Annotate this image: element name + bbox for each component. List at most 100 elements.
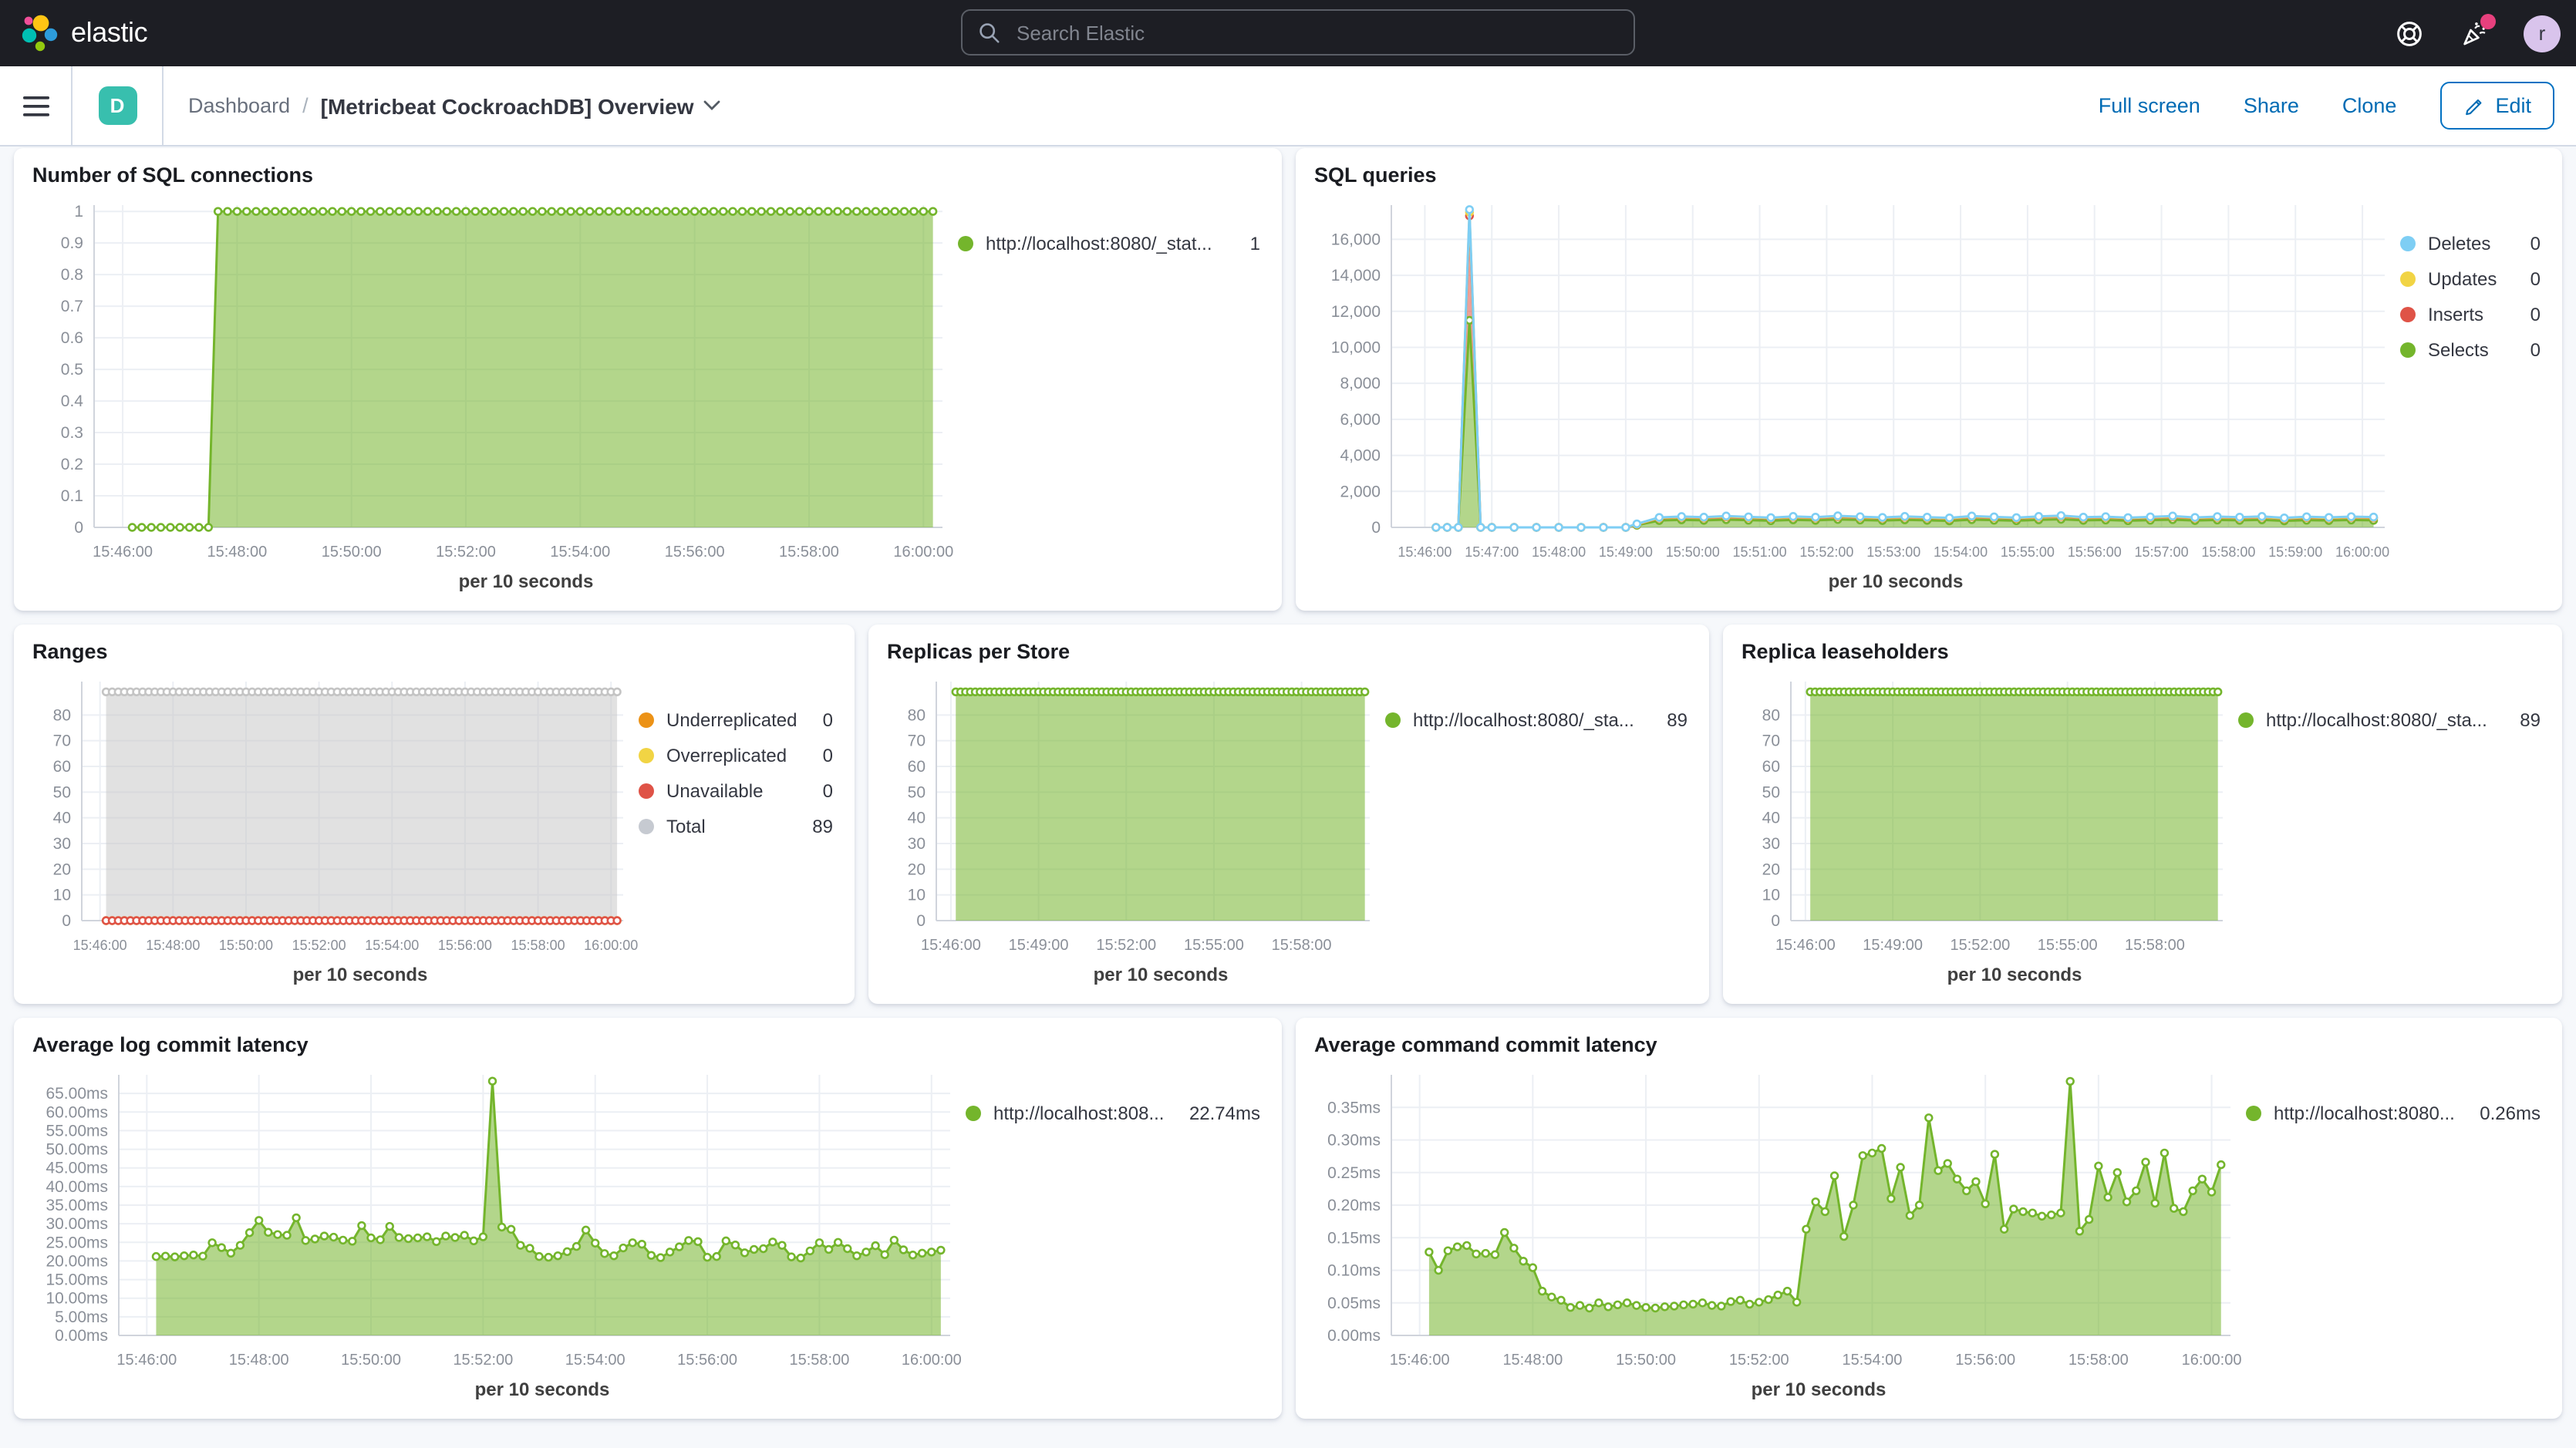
legend-series-dot	[966, 1106, 981, 1121]
svg-text:20: 20	[1762, 860, 1780, 878]
svg-text:15:50:00: 15:50:00	[341, 1352, 401, 1369]
svg-text:16:00:00: 16:00:00	[2182, 1352, 2242, 1369]
legend-item[interactable]: Overreplicated0	[639, 745, 839, 766]
svg-text:50.00ms: 50.00ms	[46, 1141, 108, 1159]
svg-text:15:50:00: 15:50:00	[322, 544, 382, 561]
svg-text:15:46:00: 15:46:00	[73, 938, 127, 953]
chart-replica-leaseholders[interactable]: 0102030405060708015:46:0015:49:0015:52:0…	[1738, 669, 2238, 964]
svg-text:0.35ms: 0.35ms	[1327, 1099, 1381, 1116]
svg-text:0.2: 0.2	[61, 456, 83, 473]
svg-text:15:48:00: 15:48:00	[1532, 544, 1586, 560]
legend-item[interactable]: Unavailable0	[639, 780, 839, 802]
svg-text:0.5: 0.5	[61, 361, 83, 379]
legend-item[interactable]: http://localhost:8080/_sta...89	[1385, 709, 1694, 731]
dashboard-app-badge[interactable]: D	[98, 86, 137, 125]
share-button[interactable]: Share	[2244, 94, 2299, 117]
legend-series-value: 0.26ms	[2480, 1103, 2541, 1124]
legend-item[interactable]: Underreplicated0	[639, 709, 839, 731]
legend-series-label: http://localhost:8080/_sta...	[2266, 709, 2487, 731]
svg-text:15:46:00: 15:46:00	[1398, 544, 1452, 560]
svg-text:16:00:00: 16:00:00	[902, 1352, 962, 1369]
user-avatar[interactable]: r	[2524, 15, 2561, 52]
help-button[interactable]	[2394, 18, 2425, 49]
legend-series-label: http://localhost:8080/_stat...	[986, 233, 1212, 254]
svg-text:15:52:00: 15:52:00	[436, 544, 496, 561]
legend-series-label: Selects	[2428, 339, 2489, 361]
svg-text:0.25ms: 0.25ms	[1327, 1164, 1381, 1182]
search-input[interactable]	[1013, 19, 1618, 45]
legend-item[interactable]: http://localhost:808...22.74ms	[966, 1103, 1266, 1124]
legend-series-dot	[1385, 712, 1401, 728]
svg-text:30: 30	[1762, 835, 1780, 853]
legend-item[interactable]: http://localhost:8080... 0.26ms	[2246, 1103, 2547, 1124]
page-title[interactable]: [Metricbeat CockroachDB] Overview	[321, 93, 720, 118]
svg-text:10,000: 10,000	[1331, 338, 1381, 356]
svg-text:4,000: 4,000	[1340, 447, 1381, 465]
svg-text:15:50:00: 15:50:00	[219, 938, 273, 953]
legend-item[interactable]: Selects0	[2400, 339, 2547, 361]
svg-text:15:46:00: 15:46:00	[921, 937, 981, 954]
row-3: Average log commit latency 0.00ms5.00ms1…	[14, 1018, 2562, 1419]
svg-text:0: 0	[1371, 519, 1381, 537]
legend-item[interactable]: http://localhost:8080/_sta...89	[2238, 709, 2547, 731]
svg-text:0.20ms: 0.20ms	[1327, 1197, 1381, 1214]
x-axis-label: per 10 seconds	[29, 964, 639, 995]
legend-item[interactable]: Inserts0	[2400, 304, 2547, 325]
panel-title: SQL queries	[1311, 160, 2547, 193]
panel-title: Ranges	[29, 637, 839, 669]
pencil-icon	[2463, 95, 2484, 116]
svg-text:15:58:00: 15:58:00	[2069, 1352, 2129, 1369]
legend-series-label: http://localhost:8080...	[2274, 1103, 2455, 1124]
legend-series-dot	[639, 748, 654, 763]
legend-item[interactable]: Updates0	[2400, 268, 2547, 290]
legend-item[interactable]: http://localhost:8080/_stat...1	[958, 233, 1266, 254]
svg-text:0.9: 0.9	[61, 234, 83, 252]
legend-series-value: 22.74ms	[1189, 1103, 1260, 1124]
clone-button[interactable]: Clone	[2342, 94, 2397, 117]
svg-text:15:58:00: 15:58:00	[2125, 937, 2185, 954]
panel-number-of-sql-connections: Number of SQL connections 00.10.20.30.40…	[14, 148, 1282, 611]
svg-text:55.00ms: 55.00ms	[46, 1122, 108, 1140]
breadcrumb-dashboard-link[interactable]: Dashboard	[188, 94, 290, 117]
legend-series-label: Inserts	[2428, 304, 2483, 325]
chart-command-commit-latency[interactable]: 0.00ms0.05ms0.10ms0.15ms0.20ms0.25ms0.30…	[1311, 1062, 2246, 1379]
x-axis-label: per 10 seconds	[1738, 964, 2238, 995]
svg-text:20: 20	[53, 860, 71, 878]
panel-replicas-per-store: Replicas per Store 0102030405060708015:4…	[868, 625, 1709, 1004]
top-header-bar: elastic	[0, 0, 2576, 66]
legend-series-dot	[2400, 307, 2416, 322]
chart-sql-connections[interactable]: 00.10.20.30.40.50.60.70.80.9115:46:0015:…	[29, 193, 958, 571]
svg-text:0.7: 0.7	[61, 298, 83, 315]
chart-legend: Underreplicated0 Overreplicated0 Unavailab…	[639, 669, 839, 995]
legend-series-dot	[2400, 342, 2416, 358]
panel-title: Replica leaseholders	[1738, 637, 2547, 669]
chart-sql-queries[interactable]: 02,0004,0006,0008,00010,00012,00014,0001…	[1311, 193, 2400, 571]
svg-text:15:54:00: 15:54:00	[1843, 1352, 1903, 1369]
menu-button[interactable]	[0, 66, 72, 145]
svg-text:15:48:00: 15:48:00	[207, 544, 267, 561]
elastic-brand[interactable]: elastic	[0, 13, 358, 53]
x-axis-label: per 10 seconds	[29, 1379, 966, 1409]
svg-text:15:46:00: 15:46:00	[1390, 1352, 1450, 1369]
global-search[interactable]	[961, 9, 1635, 56]
chart-ranges[interactable]: 0102030405060708015:46:0015:48:0015:50:0…	[29, 669, 639, 964]
svg-text:15:54:00: 15:54:00	[365, 938, 419, 953]
chart-replicas-per-store[interactable]: 0102030405060708015:46:0015:49:0015:52:0…	[884, 669, 1385, 964]
whats-new-button[interactable]	[2459, 18, 2490, 49]
legend-series-value: 89	[812, 816, 833, 837]
svg-text:40: 40	[53, 810, 71, 827]
toolbar-actions: Full screen Share Clone Edit	[2099, 82, 2576, 130]
legend-series-dot	[639, 712, 654, 728]
full-screen-button[interactable]: Full screen	[2099, 94, 2200, 117]
legend-series-label: Underreplicated	[666, 709, 797, 731]
svg-text:5.00ms: 5.00ms	[55, 1308, 108, 1326]
legend-item[interactable]: Total89	[639, 816, 839, 837]
chart-log-commit-latency[interactable]: 0.00ms5.00ms10.00ms15.00ms20.00ms25.00ms…	[29, 1062, 966, 1379]
svg-text:15:54:00: 15:54:00	[550, 544, 610, 561]
svg-text:16,000: 16,000	[1331, 231, 1381, 248]
edit-button[interactable]: Edit	[2439, 82, 2554, 130]
svg-text:0.10ms: 0.10ms	[1327, 1262, 1381, 1280]
legend-series-label: Overreplicated	[666, 745, 787, 766]
svg-text:15:56:00: 15:56:00	[1955, 1352, 2015, 1369]
legend-item[interactable]: Deletes0	[2400, 233, 2547, 254]
